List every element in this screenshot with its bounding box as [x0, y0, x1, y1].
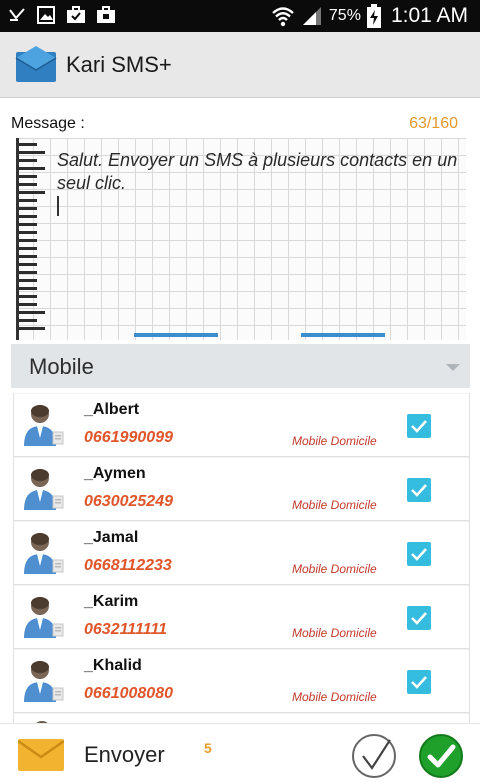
notebook-spiral-icon — [16, 138, 45, 340]
contact-checkbox[interactable] — [407, 606, 431, 630]
envelope-icon[interactable] — [14, 42, 58, 86]
contact-name: _Albert — [84, 401, 140, 418]
contact-number-type: Mobile Domicile — [292, 434, 377, 448]
contact-checkbox[interactable] — [407, 478, 431, 502]
contact-number-type: Mobile Domicile — [292, 626, 377, 640]
list-item — [14, 713, 469, 723]
battery-percentage: 75% — [328, 7, 361, 24]
contact-avatar-icon — [24, 533, 64, 574]
contact-number-type: Mobile Domicile — [292, 498, 377, 512]
action-bar: Kari SMS+ — [0, 32, 480, 98]
bottom-bar: Envoyer 5 — [0, 723, 480, 783]
contact-name: _Aymen — [84, 465, 146, 482]
contact-number: 0630025249 — [84, 493, 173, 510]
missed-call-icon — [9, 8, 25, 21]
contact-checkbox[interactable] — [407, 670, 431, 694]
signal-icon — [302, 7, 321, 25]
chevron-down-icon — [446, 364, 460, 371]
contact-avatar-icon — [24, 469, 64, 510]
contact-row[interactable]: _Khalid 0661008080 Mobile Domicile — [14, 649, 469, 713]
character-counter: 63/160 — [409, 115, 458, 132]
contact-number: 0661008080 — [84, 685, 173, 702]
contact-name: _Khalid — [84, 657, 142, 674]
select-all-icon[interactable] — [350, 732, 398, 780]
wifi-icon — [272, 7, 294, 27]
contact-number: 0661990099 — [84, 429, 173, 446]
dropdown-selected-value: Mobile — [29, 354, 94, 379]
contact-row[interactable]: _Aymen 0630025249 Mobile Domicile — [14, 457, 469, 521]
contact-number: 0632111111 — [84, 621, 168, 638]
contact-row[interactable]: _Albert 0661990099 Mobile Domicile — [14, 393, 469, 457]
contact-avatar-icon — [24, 661, 64, 702]
confirm-check-icon[interactable] — [418, 733, 464, 779]
contact-list[interactable]: _Albert 0661990099 Mobile Domicile _Ayme… — [13, 393, 470, 723]
status-bar: 75% 1:01 AM — [0, 0, 480, 32]
message-input[interactable]: Salut. Envoyer un SMS à plusieurs contac… — [16, 138, 466, 340]
contact-number-type: Mobile Domicile — [292, 562, 377, 576]
battery-charging-icon — [366, 4, 381, 28]
phone-type-dropdown[interactable]: Mobile — [11, 344, 470, 388]
contact-avatar-icon — [24, 405, 64, 446]
check-icon — [411, 420, 427, 433]
clock: 1:01 AM — [390, 4, 468, 27]
contact-name: _Karim — [84, 593, 139, 610]
contact-number-type: Mobile Domicile — [292, 690, 377, 704]
contact-checkbox[interactable] — [407, 542, 431, 566]
message-label: Message : — [11, 115, 85, 132]
envelope-send-icon[interactable] — [18, 737, 64, 771]
app-title: Kari SMS+ — [66, 52, 172, 77]
selected-count: 5 — [204, 740, 212, 756]
send-button[interactable]: Envoyer — [84, 742, 165, 768]
contact-row[interactable]: _Karim 0632111111 Mobile Domicile — [14, 585, 469, 649]
contact-number: 0668112233 — [84, 557, 172, 574]
check-icon — [411, 612, 427, 625]
contact-name: _Jamal — [84, 529, 139, 546]
contact-checkbox[interactable] — [407, 414, 431, 438]
check-icon — [411, 484, 427, 497]
gallery-icon — [37, 6, 55, 24]
contact-avatar-icon — [24, 597, 64, 638]
page-marker — [134, 333, 218, 337]
check-icon — [411, 676, 427, 689]
contact-row[interactable]: _Jamal 0668112233 Mobile Domicile — [14, 521, 469, 585]
check-icon — [411, 548, 427, 561]
briefcase-icon — [97, 6, 115, 23]
page-marker — [301, 333, 385, 337]
text-caret — [57, 196, 59, 216]
briefcase-check-icon — [67, 6, 85, 23]
message-text: Salut. Envoyer un SMS à plusieurs contac… — [57, 150, 458, 193]
